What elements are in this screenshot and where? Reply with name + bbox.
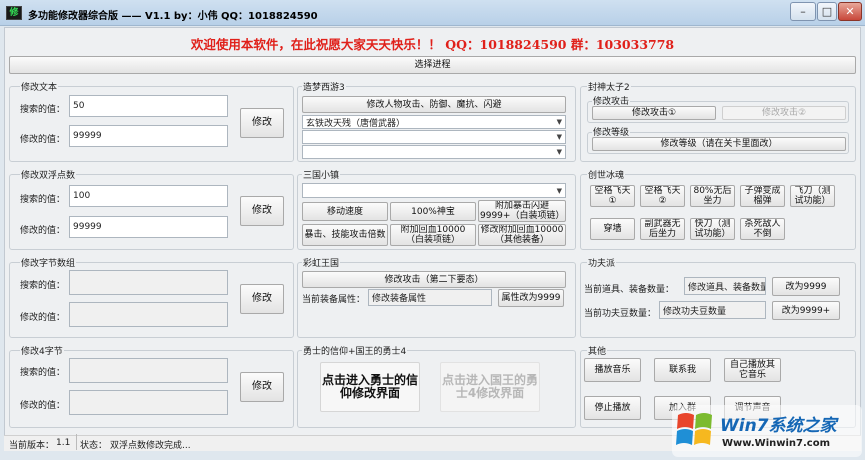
other-title: 其他: [587, 344, 608, 357]
sanguo-crit-multiplier-button[interactable]: 暴击、技能攻击倍数: [302, 224, 388, 246]
modify-text-button[interactable]: 修改: [240, 108, 284, 138]
modify-float-title: 修改双浮点数: [20, 168, 77, 181]
search-value-field[interactable]: [69, 358, 228, 383]
modify-value-label: 修改的值：: [20, 226, 66, 236]
chuangshi-fly-2-button[interactable]: 空格飞天②: [640, 185, 685, 207]
kungfu-items-button[interactable]: 改为9999: [772, 277, 840, 296]
play-other-music-button[interactable]: 自己播放其它音乐: [724, 358, 781, 382]
version-value: 1.1: [56, 438, 71, 448]
modify-value-field[interactable]: 99999: [69, 216, 228, 238]
modify-4byte-button[interactable]: 修改: [240, 372, 284, 402]
zaomeng-title: 造梦西游3: [302, 80, 346, 93]
kungfu-items-label: 当前道具、装备数量：: [584, 285, 675, 295]
modify-value-field[interactable]: 99999: [69, 125, 228, 147]
combo-value: 玄铁改天残（唐僧武器）: [306, 118, 406, 129]
welcome-banner: 欢迎使用本软件，在此祝愿大家天天快乐！！ QQ：1018824590 群：103…: [190, 37, 675, 52]
maximize-button[interactable]: □: [817, 2, 837, 21]
chevron-down-icon: ▼: [556, 133, 562, 141]
chuangshi-knife-button[interactable]: 飞刀（测试功能）: [790, 185, 835, 207]
state-value: 双浮点数修改完成...: [110, 441, 191, 451]
sanguo-crit-dodge-button[interactable]: 附加暴击闪避9999+（白装项链）: [478, 200, 566, 222]
close-icon: ✕: [845, 5, 855, 18]
modify-bytes-button[interactable]: 修改: [240, 284, 284, 314]
close-button[interactable]: ✕: [838, 2, 862, 21]
minimize-button[interactable]: –: [790, 2, 816, 21]
search-value-label: 搜索的值：: [20, 368, 66, 378]
modify-value-label: 修改的值：: [20, 313, 66, 323]
zaomeng-combo-3[interactable]: ▼: [302, 145, 566, 159]
chuangshi-grenade-button[interactable]: 子弹变成榴弹: [740, 185, 785, 207]
modify-text-title: 修改文本: [20, 80, 59, 93]
chuangshi-secondary-recoil-button[interactable]: 副武器无后坐力: [640, 218, 685, 240]
modify-float-button[interactable]: 修改: [240, 196, 284, 226]
caihong-attr-field[interactable]: 修改装备属性: [368, 289, 492, 306]
modify-value-field[interactable]: [69, 390, 228, 415]
modify-value-field[interactable]: [69, 302, 228, 327]
warrior-faith-button[interactable]: 点击进入勇士的信仰修改界面: [320, 362, 420, 412]
stop-music-button[interactable]: 停止播放: [584, 396, 641, 420]
maximize-icon: □: [821, 5, 833, 18]
watermark-brand: Win7系统之家: [720, 416, 837, 436]
warrior-title: 勇士的信仰+国王的勇士4: [302, 344, 408, 357]
chevron-down-icon: ▼: [556, 118, 562, 126]
sanguo-title: 三国小镇: [302, 168, 341, 181]
chevron-down-icon: ▼: [556, 186, 562, 195]
sanguo-speed-button[interactable]: 移动速度: [302, 202, 388, 221]
window-title: 多功能修改器综合版 —— V1.1 by：小伟 QQ：1018824590: [28, 11, 318, 22]
search-value-field[interactable]: 50: [69, 95, 228, 117]
fengshen-attack-2-button[interactable]: 修改攻击②: [722, 106, 846, 120]
zaomeng-attack-button[interactable]: 修改人物攻击、防御、魔抗、闪避: [302, 96, 566, 113]
sanguo-regen-other-button[interactable]: 修改附加回血10000（其他装备）: [478, 224, 566, 246]
sanguo-treasure-button[interactable]: 100%神宝: [390, 202, 476, 221]
status-divider: [76, 434, 77, 450]
kungfu-beans-field[interactable]: 修改功夫豆数量: [659, 301, 766, 319]
chuangshi-fast-knife-button[interactable]: 快刀（测试功能）: [690, 218, 735, 240]
caihong-attack-button[interactable]: 修改攻击（第二下要态）: [302, 271, 566, 288]
search-value-label: 搜索的值：: [20, 105, 66, 115]
watermark-url: Www.Winwin7.com: [722, 438, 831, 449]
kungfu-group: [580, 262, 856, 338]
caihong-attr-label: 当前装备属性：: [302, 295, 366, 305]
modify-value-label: 修改的值：: [20, 135, 66, 145]
minimize-icon: –: [800, 5, 806, 18]
modify-value-label: 修改的值：: [20, 401, 66, 411]
search-value-label: 搜索的值：: [20, 195, 66, 205]
search-value-label: 搜索的值：: [20, 281, 66, 291]
fengshen-level-button[interactable]: 修改等级（请在关卡里面改）: [592, 137, 846, 151]
zaomeng-combo-2[interactable]: ▼: [302, 130, 566, 144]
chevron-down-icon: ▼: [556, 148, 562, 156]
fengshen-title: 封神太子2: [587, 80, 631, 93]
contact-button[interactable]: 联系我: [654, 358, 711, 382]
modify-bytes-title: 修改字节数组: [20, 256, 77, 269]
version-label: 当前版本：: [9, 441, 55, 451]
watermark: Win7系统之家 Www.Winwin7.com: [672, 405, 862, 457]
chuangshi-recoil-button[interactable]: 80%无后坐力: [690, 185, 735, 207]
chuangshi-kill-button[interactable]: 杀死敌人不倒: [740, 218, 785, 240]
fengshen-attack-1-button[interactable]: 修改攻击①: [592, 106, 716, 120]
kungfu-beans-label: 当前功夫豆数量：: [584, 309, 657, 319]
state-label: 状态：: [80, 441, 108, 451]
caihong-attr-button[interactable]: 属性改为9999: [498, 289, 564, 307]
select-process-button[interactable]: 选择进程: [9, 56, 856, 74]
search-value-field[interactable]: [69, 270, 228, 295]
modify-4byte-title: 修改4字节: [20, 344, 64, 357]
app-icon: 修: [6, 6, 22, 20]
sanguo-combo[interactable]: ▼: [302, 183, 566, 198]
search-value-field[interactable]: 100: [69, 185, 228, 207]
king-warrior-button[interactable]: 点击进入国王的勇士4修改界面: [440, 362, 540, 412]
caihong-title: 彩虹王国: [302, 256, 341, 269]
chuangshi-fly-1-button[interactable]: 空格飞天①: [590, 185, 635, 207]
kungfu-beans-button[interactable]: 改为9999+: [772, 301, 840, 320]
kungfu-items-field[interactable]: 修改道具、装备数量: [684, 277, 766, 295]
zaomeng-combo-1[interactable]: 玄铁改天残（唐僧武器） ▼: [302, 115, 566, 129]
chuangshi-wall-button[interactable]: 穿墙: [590, 218, 635, 240]
play-music-button[interactable]: 播放音乐: [584, 358, 641, 382]
sanguo-regen-white-button[interactable]: 附加回血10000（白装项链）: [390, 224, 476, 246]
chuangshi-title: 创世冰魂: [587, 168, 626, 181]
kungfu-title: 功夫派: [587, 256, 617, 269]
